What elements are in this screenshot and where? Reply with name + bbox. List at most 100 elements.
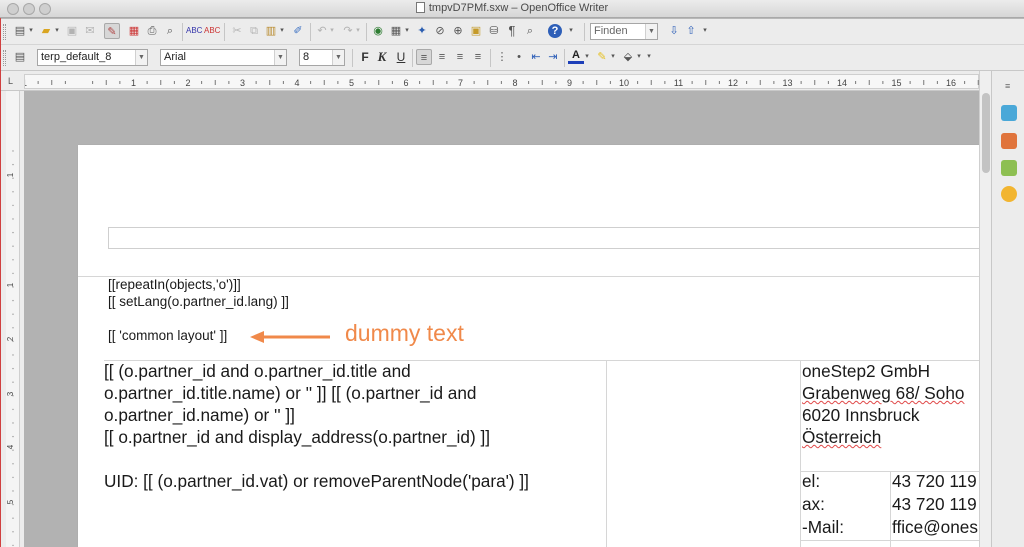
- numbering-icon[interactable]: ⋮: [494, 49, 510, 65]
- toolbar-options-icon[interactable]: ▾: [702, 23, 708, 39]
- format-paintbrush-icon[interactable]: ✐: [290, 23, 306, 39]
- vertical-ruler[interactable]: 1 1 2 3 4 5: [6, 91, 20, 547]
- new-document-icon[interactable]: ▤: [12, 23, 28, 39]
- bold-button[interactable]: F: [357, 49, 373, 65]
- chevron-down-icon[interactable]: ▼: [135, 50, 147, 65]
- toolbar-grip[interactable]: [3, 24, 6, 40]
- align-center-icon[interactable]: ≡: [434, 49, 450, 65]
- align-justify-icon[interactable]: ≡: [470, 49, 486, 65]
- formatting-marks-icon[interactable]: ¶: [504, 23, 520, 39]
- document-page[interactable]: [[repeatIn(objects,'o')]] [[ setLang(o.p…: [78, 145, 979, 547]
- open-folder-icon[interactable]: ▰: [38, 23, 54, 39]
- contact-label-email[interactable]: -Mail:: [802, 517, 844, 538]
- zoom-icon[interactable]: ⌕: [522, 23, 538, 39]
- styles-icon[interactable]: [1001, 133, 1017, 149]
- page-header-area[interactable]: [108, 227, 979, 249]
- decrease-indent-icon[interactable]: ⇤: [528, 49, 544, 65]
- address-line[interactable]: o.partner_id.name) or '' ]]: [104, 405, 295, 426]
- paragraph-style-select[interactable]: terp_default_8 ▼: [37, 49, 148, 66]
- gallery-icon[interactable]: ▣: [468, 23, 484, 39]
- export-pdf-icon[interactable]: ▦: [126, 23, 142, 39]
- contact-value-email[interactable]: ffice@ones: [892, 517, 978, 538]
- find-input[interactable]: Finden ▼: [590, 23, 658, 40]
- find-replace-icon[interactable]: ⊕: [450, 23, 466, 39]
- ruler-tick: [12, 531, 14, 533]
- paste-icon[interactable]: ▥: [263, 23, 279, 39]
- highlighting-icon[interactable]: ✎: [594, 49, 610, 65]
- increase-indent-icon[interactable]: ⇥: [545, 49, 561, 65]
- spellcheck-icon[interactable]: ABC: [186, 23, 202, 39]
- properties-icon[interactable]: [1001, 105, 1017, 121]
- chevron-down-icon[interactable]: ▼: [645, 24, 657, 39]
- chevron-down-icon[interactable]: ▾: [609, 49, 617, 65]
- repeat-in-line[interactable]: [[repeatIn(objects,'o')]]: [108, 277, 241, 292]
- chevron-down-icon[interactable]: ▾: [278, 23, 286, 39]
- toolbar-options-icon[interactable]: ▾: [568, 23, 574, 39]
- font-name-select[interactable]: Arial ▼: [160, 49, 287, 66]
- contact-value-phone[interactable]: 43 720 119: [892, 471, 977, 492]
- contact-value-fax[interactable]: 43 720 119: [892, 494, 977, 515]
- background-color-icon[interactable]: ⬙: [620, 49, 636, 65]
- contact-label-fax[interactable]: ax:: [802, 494, 825, 515]
- ruler-label: 1: [6, 172, 15, 177]
- chevron-down-icon[interactable]: ▾: [403, 23, 411, 39]
- common-layout-line[interactable]: [[ 'common layout' ]]: [108, 328, 227, 343]
- chevron-down-icon[interactable]: ▾: [27, 23, 35, 39]
- data-sources-icon[interactable]: ⛁: [486, 23, 502, 39]
- find-next-icon[interactable]: ⇩: [666, 23, 682, 39]
- save-icon[interactable]: ▣: [64, 23, 80, 39]
- italic-button[interactable]: K: [374, 49, 390, 65]
- vertical-scrollbar[interactable]: [979, 71, 991, 547]
- address-line[interactable]: [[ o.partner_id and display_address(o.pa…: [104, 427, 490, 448]
- company-city[interactable]: 6020 Innsbruck: [802, 405, 920, 426]
- print-icon[interactable]: ⎙: [144, 23, 160, 39]
- email-document-icon[interactable]: ✉: [82, 23, 98, 39]
- styles-formatting-icon[interactable]: ▤: [12, 49, 28, 65]
- chevron-down-icon[interactable]: ▾: [635, 49, 643, 65]
- chevron-down-icon[interactable]: ▾: [328, 23, 336, 39]
- chevron-down-icon[interactable]: ▾: [53, 23, 61, 39]
- align-right-icon[interactable]: ≡: [452, 49, 468, 65]
- navigator-icon[interactable]: ⊘: [432, 23, 448, 39]
- copy-icon[interactable]: ⧉: [246, 23, 262, 39]
- company-country[interactable]: Österreich: [802, 427, 881, 448]
- ruler-label: 14: [837, 78, 847, 88]
- ruler-tick: [12, 395, 14, 397]
- toolbar-grip[interactable]: [3, 50, 6, 66]
- table-icon[interactable]: ▦: [388, 23, 404, 39]
- edit-file-icon[interactable]: ✎: [104, 23, 120, 39]
- contact-label-phone[interactable]: el:: [802, 471, 820, 492]
- bullets-icon[interactable]: •: [511, 49, 527, 65]
- set-lang-line[interactable]: [[ setLang(o.partner_id.lang) ]]: [108, 294, 289, 309]
- toolbar-options-icon[interactable]: ▾: [646, 49, 652, 65]
- tab-type-selector[interactable]: L: [8, 76, 13, 86]
- chevron-down-icon[interactable]: ▼: [332, 50, 344, 65]
- chevron-down-icon[interactable]: ▾: [583, 49, 591, 65]
- address-line[interactable]: o.partner_id.title.name) or '' ]] [[ (o.…: [104, 383, 476, 404]
- sidebar-menu-icon[interactable]: ≡: [1005, 81, 1010, 91]
- page-preview-icon[interactable]: ⌕: [162, 23, 178, 39]
- hyperlink-icon[interactable]: ◉: [370, 23, 386, 39]
- font-size-select[interactable]: 8 ▼: [299, 49, 345, 66]
- align-left-icon[interactable]: ≡: [416, 49, 432, 65]
- scrollbar-thumb[interactable]: [982, 93, 990, 173]
- ruler-tick: [12, 163, 14, 166]
- underline-button[interactable]: U: [393, 49, 409, 65]
- autospellcheck-icon[interactable]: ABC: [204, 23, 220, 39]
- find-previous-icon[interactable]: ⇧: [683, 23, 699, 39]
- draw-functions-icon[interactable]: ✦: [414, 23, 430, 39]
- navigator-icon[interactable]: [1001, 186, 1017, 202]
- chevron-down-icon[interactable]: ▼: [274, 50, 286, 65]
- chevron-down-icon[interactable]: ▾: [354, 23, 362, 39]
- company-name[interactable]: oneStep2 GmbH: [802, 361, 930, 382]
- ruler-label: 8: [512, 78, 517, 88]
- gallery-icon[interactable]: [1001, 160, 1017, 176]
- font-color-icon[interactable]: A: [568, 49, 584, 64]
- help-icon[interactable]: ?: [548, 24, 562, 38]
- cut-icon[interactable]: ✂: [229, 23, 245, 39]
- address-line[interactable]: [[ (o.partner_id and o.partner_id.title …: [104, 361, 411, 382]
- uid-line[interactable]: UID: [[ (o.partner_id.vat) or removePare…: [104, 471, 529, 492]
- horizontal-ruler[interactable]: 112345678910111213141516: [24, 74, 979, 89]
- company-street[interactable]: Grabenweg 68/ Soho: [802, 383, 964, 404]
- window-title: tmpvD7PMf.sxw – OpenOffice Writer: [0, 2, 1024, 14]
